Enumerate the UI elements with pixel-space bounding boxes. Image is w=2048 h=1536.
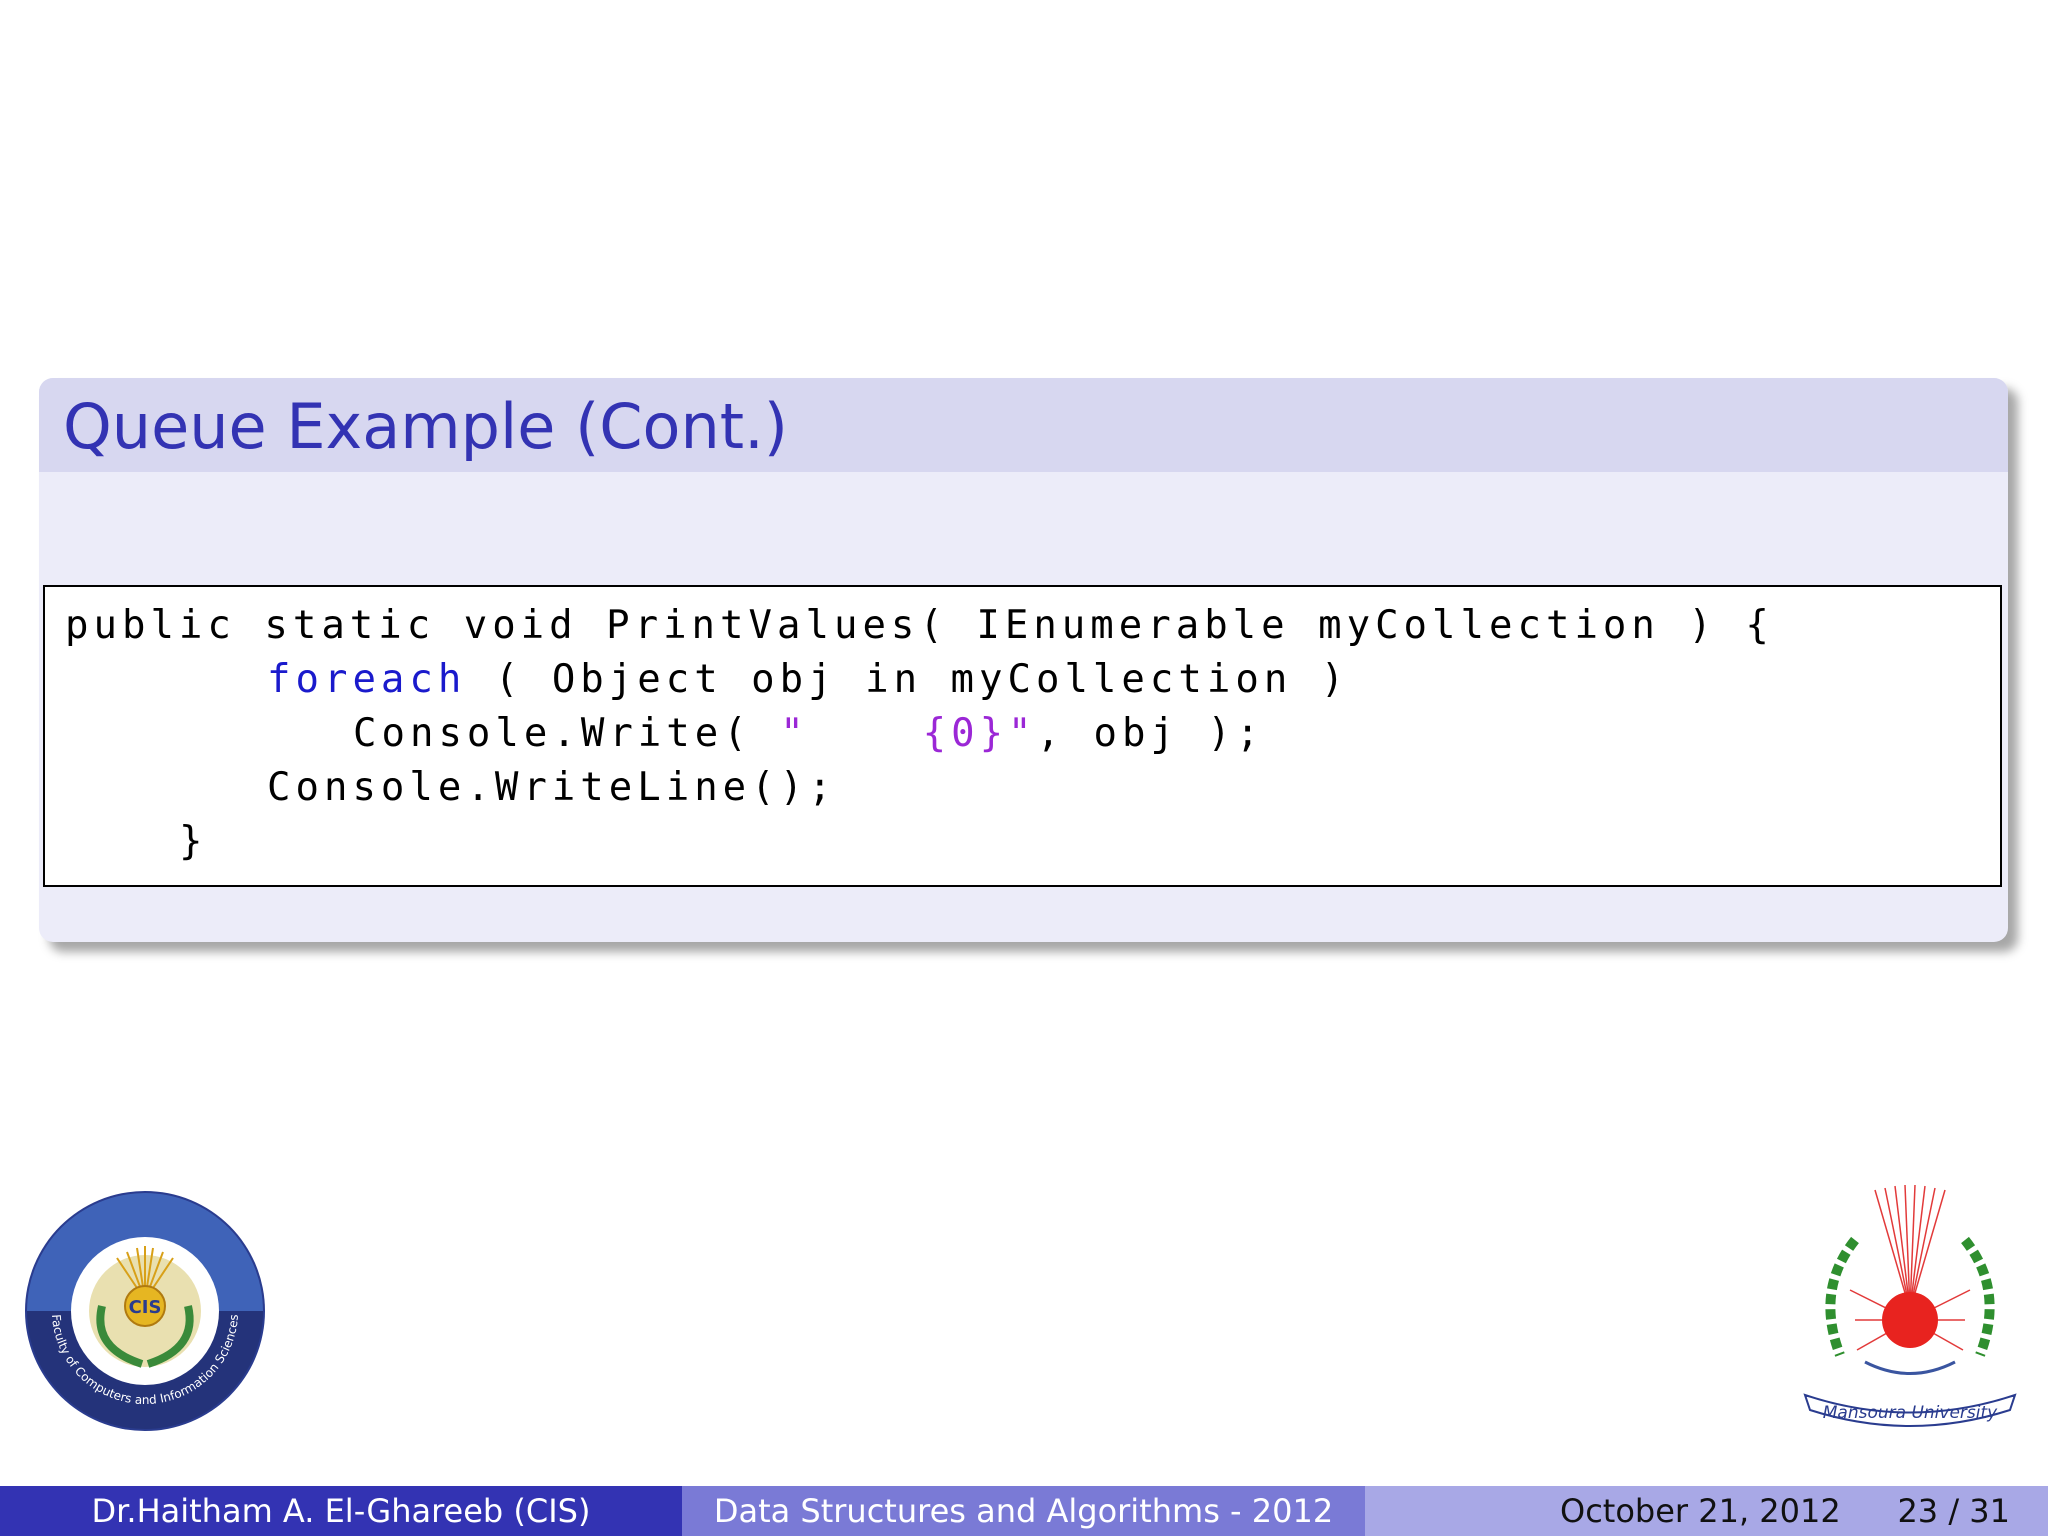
code-line-3-b: , obj );	[1036, 711, 1265, 756]
code-line-1: public static void PrintValues( IEnumera…	[65, 603, 1774, 648]
block-title-bar: Queue Example (Cont.)	[39, 378, 2008, 472]
code-line-5: }	[179, 819, 208, 864]
mansoura-university-logo: Mansoura University	[1803, 1184, 2017, 1427]
code-line-3: Console.Write( " {0}", obj );	[353, 711, 1264, 756]
code-line-3-a: Console.Write(	[353, 711, 781, 756]
footer-page-number: 23 / 31	[1897, 1492, 2010, 1530]
logo-right-caption: Mansoura University	[1823, 1403, 1998, 1423]
slide-footer: Dr.Haitham A. El-Ghareeb (CIS) Data Stru…	[0, 1486, 2048, 1536]
footer-course: Data Structures and Algorithms - 2012	[682, 1486, 1365, 1536]
slide-title: Queue Example (Cont.)	[63, 390, 788, 463]
footer-date-page: October 21, 2012 23 / 31	[1365, 1486, 2048, 1536]
footer-author: Dr.Haitham A. El-Ghareeb (CIS)	[0, 1486, 682, 1536]
code-keyword: foreach	[267, 657, 467, 702]
cis-faculty-logo: CIS Faculty of Computers and Information…	[25, 1191, 265, 1431]
code-line-2-rest: ( Object obj in myCollection )	[466, 657, 1350, 702]
code-string: " {0}"	[780, 711, 1037, 756]
code-listing: public static void PrintValues( IEnumera…	[43, 585, 2002, 887]
code-line-2: foreach ( Object obj in myCollection )	[267, 657, 1349, 702]
code-line-4: Console.WriteLine();	[267, 765, 837, 810]
footer-date: October 21, 2012	[1560, 1492, 1841, 1530]
logo-cis-text: CIS	[129, 1297, 162, 1318]
